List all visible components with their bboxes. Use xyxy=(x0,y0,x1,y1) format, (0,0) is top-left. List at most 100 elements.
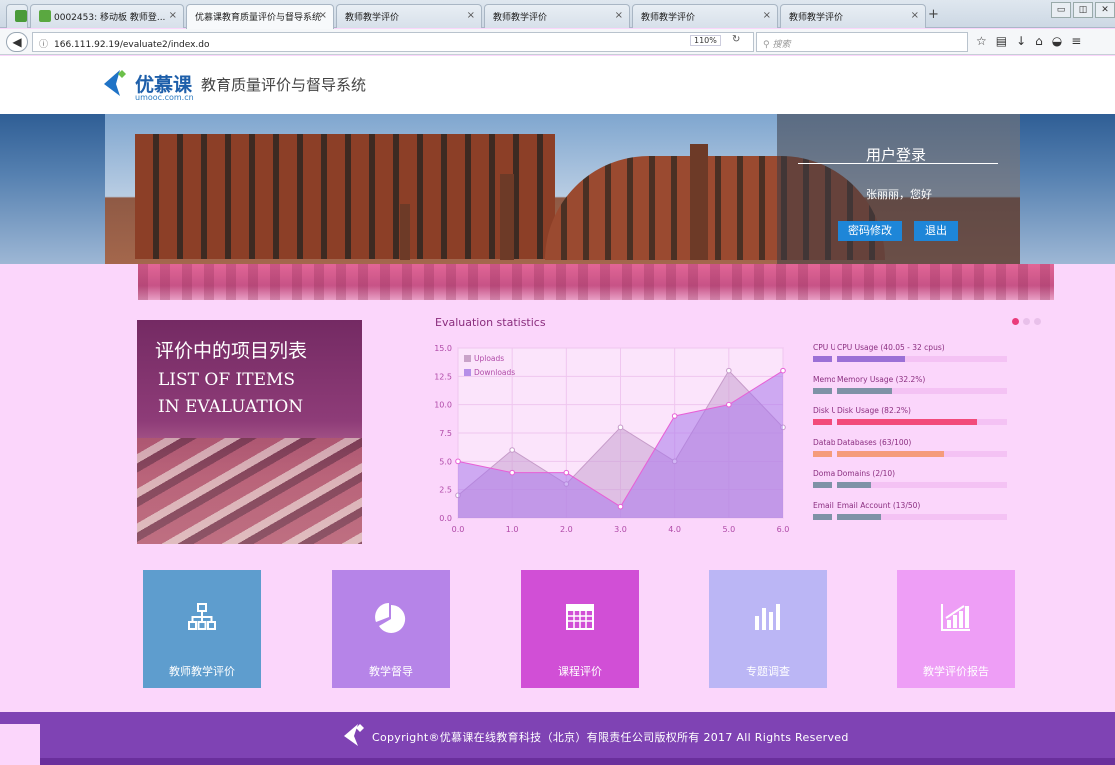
data-point-downloads xyxy=(780,367,786,374)
browser-nav-bar: ◀ ⓘ 166.111.92.19/evaluate2/index.do 110%… xyxy=(0,29,1115,55)
menu-icon[interactable]: ≡ xyxy=(1071,34,1081,48)
usage-short-label: CPU U xyxy=(813,343,835,352)
close-tab-icon[interactable]: × xyxy=(763,10,771,21)
pie-chart-icon xyxy=(332,602,450,644)
x-tick-label: 0.0 xyxy=(452,525,465,534)
change-password-button[interactable]: 密码修改 xyxy=(838,221,902,241)
carousel-dot-active[interactable] xyxy=(1012,318,1019,325)
tab-teacher-eval[interactable]: 教师教学评价 × xyxy=(484,4,630,28)
tab-label: 0002453: 移动板 教师登... xyxy=(54,13,166,23)
library-building xyxy=(135,134,555,259)
usage-label: Databases (63/100) xyxy=(837,437,912,447)
module-card-2[interactable]: 教学督导 xyxy=(332,570,450,688)
close-tab-icon[interactable]: × xyxy=(467,10,475,21)
browser-tab-bar: 0002453: 移动板 教师登... × 优慕课教育质量评价与督导系统 × 教… xyxy=(0,0,1115,29)
y-tick-label: 15.0 xyxy=(434,344,452,353)
y-tick-label: 7.5 xyxy=(439,429,452,438)
data-point-downloads xyxy=(509,469,515,476)
usage-swatch xyxy=(813,482,832,488)
data-point-downloads xyxy=(563,469,570,476)
legend-label: Uploads xyxy=(474,354,504,363)
pocket-icon[interactable]: ◒ xyxy=(1052,34,1062,48)
data-point-downloads xyxy=(617,503,624,510)
calendar-icon xyxy=(521,602,639,640)
usage-short-label: Datab xyxy=(813,437,835,447)
y-tick-label: 0.0 xyxy=(439,514,452,523)
zoom-level[interactable]: 110% xyxy=(690,35,721,46)
data-point-downloads xyxy=(671,413,678,419)
download-arrow-icon[interactable]: ↓ xyxy=(1016,34,1026,48)
new-tab-icon[interactable]: + xyxy=(928,7,939,22)
logo-subtext: umooc.com.cn xyxy=(135,93,194,102)
footer-logo-icon xyxy=(344,724,364,746)
tab-teacher-eval[interactable]: 教师教学评价 × xyxy=(336,4,482,28)
data-point-downloads xyxy=(726,401,732,408)
minimize-icon[interactable]: ▭ xyxy=(1051,2,1071,18)
usage-label: CPU Usage (40.05 - 32 cpus) xyxy=(837,343,945,352)
legend-swatch xyxy=(464,355,471,362)
search-input[interactable]: ⚲ 搜索 xyxy=(756,32,968,52)
lamp-tower xyxy=(500,174,514,260)
tab-label: 教师教学评价 xyxy=(641,13,696,23)
tab-label: 教师教学评价 xyxy=(789,13,844,23)
module-card-3[interactable]: 课程评价 xyxy=(521,570,639,688)
x-tick-label: 3.0 xyxy=(614,525,627,534)
system-title: 教育质量评价与督导系统 xyxy=(201,76,367,94)
reload-icon[interactable]: ↻ xyxy=(732,34,740,45)
legend-swatch xyxy=(464,369,471,376)
x-tick-label: 6.0 xyxy=(777,525,790,534)
logout-button[interactable]: 退出 xyxy=(914,221,958,241)
lamp-tower xyxy=(690,144,708,260)
maximize-icon[interactable]: ◫ xyxy=(1073,2,1093,18)
search-icon: ⚲ xyxy=(763,40,770,50)
usage-label: Domains (2/10) xyxy=(837,469,896,478)
y-tick-label: 5.0 xyxy=(439,457,452,466)
back-arrow-icon[interactable]: ◀ xyxy=(6,32,28,52)
pinned-tab[interactable] xyxy=(6,4,28,28)
usage-fill xyxy=(837,513,881,520)
tab-label: 优慕课教育质量评价与督导系统 xyxy=(195,13,322,23)
carousel-dot[interactable] xyxy=(1034,318,1041,325)
copyright-text: Copyright®优慕课在线教育科技（北京）有限责任公司版权所有 2017 A… xyxy=(372,731,849,744)
carousel-dots xyxy=(1012,318,1041,325)
module-card-5[interactable]: 教学评价报告 xyxy=(897,570,1015,688)
usage-fill xyxy=(837,387,892,394)
close-tab-icon[interactable]: × xyxy=(911,10,919,21)
tab-active-system[interactable]: 优慕课教育质量评价与督导系统 × xyxy=(186,4,334,29)
carousel-dot[interactable] xyxy=(1023,318,1030,325)
usage-fill xyxy=(837,356,905,362)
data-point-uploads xyxy=(726,367,732,374)
close-tab-icon[interactable]: × xyxy=(169,10,177,21)
close-tab-icon[interactable]: × xyxy=(615,10,623,21)
url-text: 166.111.92.19/evaluate2/index.do xyxy=(54,40,210,50)
usage-swatch xyxy=(813,387,832,394)
x-tick-label: 4.0 xyxy=(668,525,681,534)
close-tab-icon[interactable]: × xyxy=(319,10,327,21)
list-card-title-en-2: IN EVALUATION xyxy=(158,397,304,417)
banner-reflection xyxy=(138,264,1054,300)
info-icon[interactable]: ⓘ xyxy=(39,40,48,50)
usage-label: Memory Usage (32.2%) xyxy=(837,374,926,384)
site-favicon-icon xyxy=(15,10,27,22)
tab-teacher-eval[interactable]: 教师教学评价 × xyxy=(632,4,778,28)
home-icon[interactable]: ⌂ xyxy=(1035,34,1043,48)
bookmark-star-icon[interactable]: ☆ xyxy=(976,34,987,48)
module-label: 教学评价报告 xyxy=(923,665,989,678)
reading-list-icon[interactable]: ▤ xyxy=(996,34,1007,48)
window-controls: ▭ ◫ ✕ xyxy=(1051,2,1115,18)
legend-label: Downloads xyxy=(474,368,515,377)
usage-row: Memo Memory Usage (32.2%) xyxy=(813,375,1013,401)
module-card-1[interactable]: 教师教学评价 xyxy=(143,570,261,688)
tab-0002453[interactable]: 0002453: 移动板 教师登... × xyxy=(30,4,184,28)
classroom-photo xyxy=(137,438,362,544)
y-tick-label: 12.5 xyxy=(434,372,452,381)
evaluation-statistics-chart: 0.0 2.5 5.0 7.5 10.0 12.5 15.0 0.0 1.0 2.0 3.0 4.0 5… xyxy=(434,344,790,534)
close-window-icon[interactable]: ✕ xyxy=(1095,2,1115,18)
url-bar[interactable]: ⓘ 166.111.92.19/evaluate2/index.do xyxy=(32,32,754,52)
usage-row: CPU U CPU Usage (40.05 - 32 cpus) xyxy=(813,343,1013,369)
user-greeting: 张丽丽，您好 xyxy=(866,188,932,201)
usage-swatch xyxy=(813,356,832,362)
module-card-4[interactable]: 专题调查 xyxy=(709,570,827,688)
usage-fill xyxy=(837,482,871,488)
tab-teacher-eval[interactable]: 教师教学评价 × xyxy=(780,4,926,28)
